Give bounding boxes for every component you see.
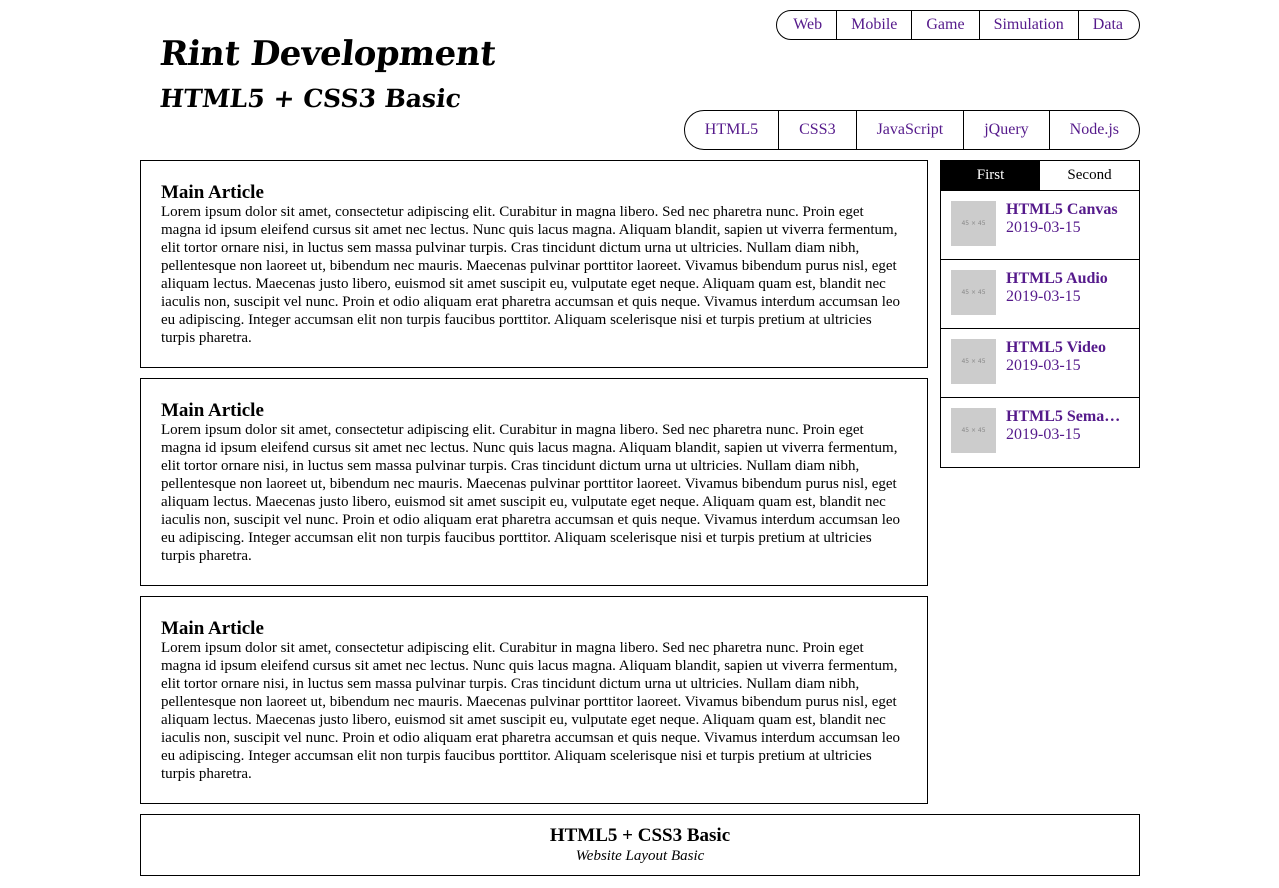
top-nav: Web Mobile Game Simulation Data: [776, 10, 1140, 40]
item-date: 2019-03-15: [1006, 357, 1081, 374]
main-article: Main Article Lorem ipsum dolor sit amet,…: [140, 596, 928, 804]
sub-nav: HTML5 CSS3 JavaScript jQuery Node.js: [683, 110, 1140, 150]
thumbnail-label: 45 × 45: [961, 427, 986, 434]
thumbnail-label: 45 × 45: [961, 220, 986, 227]
list-item[interactable]: 45 × 45 HTML5 Video 2019-03-15: [941, 329, 1139, 398]
article-title: Main Article: [161, 618, 264, 639]
nav-item-mobile[interactable]: Mobile: [836, 11, 911, 39]
page-wrapper: Rint Development HTML5 + CSS3 Basic Web …: [140, 0, 1140, 888]
subnav-item-html5[interactable]: HTML5: [685, 111, 778, 149]
tab-bar: First Second: [941, 161, 1139, 191]
tab-second[interactable]: Second: [1040, 161, 1139, 190]
article-title: Main Article: [161, 400, 264, 421]
list-item[interactable]: 45 × 45 HTML5 Semantic Web 2019-03-15: [941, 398, 1139, 467]
site-subtitle: HTML5 + CSS3 Basic: [158, 84, 463, 113]
thumbnail-label: 45 × 45: [961, 289, 986, 296]
subnav-item-javascript[interactable]: JavaScript: [855, 111, 964, 149]
subnav-item-jquery[interactable]: jQuery: [963, 111, 1048, 149]
page-footer: HTML5 + CSS3 Basic Website Layout Basic: [140, 814, 1140, 876]
nav-item-game[interactable]: Game: [911, 11, 978, 39]
nav-item-simulation[interactable]: Simulation: [978, 11, 1078, 39]
article-body: Lorem ipsum dolor sit amet, consectetur …: [161, 640, 901, 782]
list-item[interactable]: 45 × 45 HTML5 Audio 2019-03-15: [941, 260, 1139, 329]
item-title-link[interactable]: HTML5 Video: [1006, 339, 1121, 357]
main-article: Main Article Lorem ipsum dolor sit amet,…: [140, 160, 928, 368]
subnav-item-nodejs[interactable]: Node.js: [1048, 111, 1139, 149]
item-date: 2019-03-15: [1006, 219, 1081, 236]
item-title-link[interactable]: HTML5 Canvas: [1006, 201, 1121, 219]
item-date: 2019-03-15: [1006, 426, 1081, 443]
thumbnail-image: 45 × 45: [951, 201, 996, 246]
thumbnail-image: 45 × 45: [951, 408, 996, 453]
site-logo[interactable]: Rint Development HTML5 + CSS3 Basic: [157, 32, 498, 116]
footer-subtitle: Website Layout Basic: [575, 848, 705, 864]
item-title-link[interactable]: HTML5 Audio: [1006, 270, 1121, 288]
nav-item-web[interactable]: Web: [777, 11, 836, 39]
thumbnail-image: 45 × 45: [951, 270, 996, 315]
article-body: Lorem ipsum dolor sit amet, consectetur …: [161, 422, 901, 564]
site-title: Rint Development: [157, 34, 498, 74]
main-article: Main Article Lorem ipsum dolor sit amet,…: [140, 378, 928, 586]
nav-item-data[interactable]: Data: [1077, 11, 1139, 39]
subnav-item-css3[interactable]: CSS3: [778, 111, 855, 149]
tab-first[interactable]: First: [941, 161, 1040, 190]
footer-title: HTML5 + CSS3 Basic: [549, 825, 731, 846]
list-item[interactable]: 45 × 45 HTML5 Canvas 2019-03-15: [941, 191, 1139, 260]
item-title-link[interactable]: HTML5 Semantic Web: [1006, 408, 1121, 426]
item-date: 2019-03-15: [1006, 288, 1081, 305]
sidebar-tab-panel: First Second 45 × 45 HTML5 Canvas 2019-0…: [940, 160, 1140, 468]
article-body: Lorem ipsum dolor sit amet, consectetur …: [161, 204, 901, 346]
article-title: Main Article: [161, 182, 264, 203]
thumbnail-label: 45 × 45: [961, 358, 986, 365]
thumbnail-image: 45 × 45: [951, 339, 996, 384]
